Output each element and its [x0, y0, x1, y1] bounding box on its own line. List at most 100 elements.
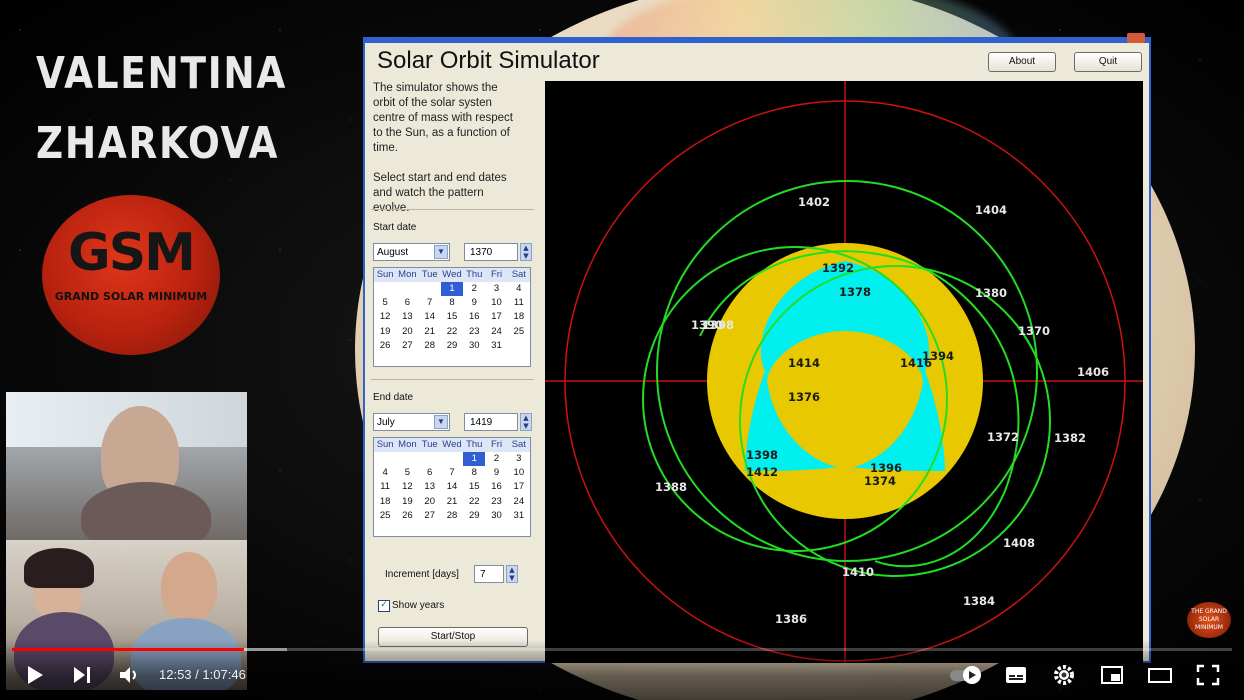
autoplay-toggle[interactable] — [948, 665, 984, 685]
end-month-select[interactable]: July ▼ — [373, 413, 450, 431]
calendar-day[interactable]: 10 — [485, 296, 507, 310]
calendar-day[interactable]: 14 — [419, 310, 441, 324]
calendar-day[interactable]: 12 — [396, 480, 418, 494]
window-close-button[interactable] — [1127, 33, 1145, 43]
year-label: 1410 — [842, 565, 875, 579]
start-month-select[interactable]: August ▼ — [373, 243, 450, 261]
calendar-weekday-header: Sun Mon Tue Wed Thu Fri Sat — [374, 438, 530, 452]
calendar-day[interactable]: 16 — [485, 480, 507, 494]
video-frame[interactable]: VALENTINA ZHARKOVA GSM GRAND SOLAR MINIM… — [0, 0, 1244, 700]
calendar-day[interactable]: 22 — [463, 495, 485, 509]
captions-button[interactable] — [1004, 664, 1028, 686]
calendar-day[interactable]: 8 — [463, 466, 485, 480]
calendar-day[interactable]: 6 — [396, 296, 418, 310]
calendar-day[interactable]: 1 — [463, 452, 486, 467]
calendar-day[interactable]: 3 — [485, 282, 507, 296]
calendar-day[interactable]: 17 — [485, 310, 507, 324]
weekday-label: Wed — [442, 439, 462, 450]
calendar-day[interactable]: 21 — [419, 325, 441, 339]
calendar-day[interactable]: 15 — [441, 310, 463, 324]
calendar-day[interactable]: 28 — [419, 339, 441, 353]
calendar-day[interactable]: 28 — [441, 509, 463, 523]
channel-watermark[interactable]: THE GRAND SOLAR MINIMUM — [1187, 602, 1231, 638]
calendar-day[interactable]: 19 — [396, 495, 418, 509]
calendar-day[interactable]: 30 — [485, 509, 507, 523]
calendar-day[interactable]: 7 — [419, 296, 441, 310]
calendar-day[interactable]: 11 — [508, 296, 530, 310]
theater-mode-button[interactable] — [1147, 664, 1173, 686]
end-calendar[interactable]: Sun Mon Tue Wed Thu Fri Sat 1 2 3 4 5 6 7 8 9 10 11 12 13 1… — [373, 437, 531, 537]
calendar-day[interactable]: 12 — [374, 310, 396, 324]
start-year-input[interactable]: 1370 — [464, 243, 518, 261]
calendar-day[interactable]: 3 — [508, 452, 530, 466]
fullscreen-button[interactable] — [1196, 664, 1220, 686]
gsm-logo-subtitle: GRAND SOLAR MINIMUM — [54, 290, 208, 303]
calendar-day[interactable]: 9 — [463, 296, 485, 310]
start-year-spinner[interactable]: ▲ ▼ — [520, 243, 532, 261]
calendar-day[interactable]: 5 — [396, 466, 418, 480]
calendar-day[interactable]: 1 — [440, 282, 464, 297]
calendar-day[interactable]: 26 — [374, 339, 396, 353]
end-year-input[interactable]: 1419 — [464, 413, 518, 431]
calendar-day[interactable]: 5 — [374, 296, 396, 310]
calendar-day[interactable]: 22 — [441, 325, 463, 339]
calendar-day[interactable]: 6 — [419, 466, 441, 480]
end-year-spinner[interactable]: ▲ ▼ — [520, 413, 532, 431]
calendar-day[interactable]: 14 — [441, 480, 463, 494]
calendar-day[interactable]: 18 — [374, 495, 396, 509]
calendar-day[interactable]: 4 — [508, 282, 530, 296]
calendar-day[interactable]: 17 — [508, 480, 530, 494]
calendar-day[interactable]: 29 — [463, 509, 485, 523]
settings-button[interactable] — [1052, 663, 1076, 687]
year-label: 1382 — [1054, 431, 1087, 445]
calendar-day[interactable]: 2 — [463, 282, 485, 296]
calendar-day[interactable]: 21 — [441, 495, 463, 509]
about-button[interactable]: About — [988, 52, 1056, 72]
next-button[interactable] — [71, 664, 93, 686]
calendar-day[interactable]: 23 — [463, 325, 485, 339]
calendar-day[interactable]: 25 — [508, 325, 530, 339]
calendar-day[interactable]: 31 — [485, 339, 507, 353]
increment-spinner[interactable]: ▲ ▼ — [506, 565, 518, 583]
calendar-day[interactable]: 10 — [508, 466, 530, 480]
calendar-day[interactable]: 19 — [374, 325, 396, 339]
calendar-days[interactable]: 1 2 3 4 5 6 7 8 9 10 11 12 13 14 15 16 17 18 19 20 21 22 23 24 2… — [374, 452, 530, 523]
window-titlebar — [365, 39, 1149, 43]
miniplayer-button[interactable] — [1100, 664, 1124, 686]
calendar-day[interactable]: 9 — [485, 466, 507, 480]
calendar-day[interactable]: 15 — [463, 480, 485, 494]
calendar-day[interactable]: 20 — [396, 325, 418, 339]
calendar-day[interactable]: 30 — [463, 339, 485, 353]
calendar-day[interactable]: 29 — [441, 339, 463, 353]
calendar-day[interactable]: 2 — [485, 452, 507, 466]
calendar-day[interactable]: 16 — [463, 310, 485, 324]
calendar-day[interactable]: 24 — [508, 495, 530, 509]
calendar-day[interactable]: 27 — [419, 509, 441, 523]
calendar-day[interactable]: 23 — [485, 495, 507, 509]
calendar-day[interactable]: 31 — [508, 509, 530, 523]
progress-bar[interactable] — [12, 648, 1232, 651]
calendar-day[interactable]: 7 — [441, 466, 463, 480]
calendar-day[interactable]: 27 — [396, 339, 418, 353]
calendar-day[interactable]: 13 — [396, 310, 418, 324]
calendar-day[interactable]: 18 — [508, 310, 530, 324]
increment-input[interactable]: 7 — [474, 565, 504, 583]
volume-button[interactable] — [117, 663, 141, 687]
calendar-day[interactable]: 26 — [396, 509, 418, 523]
time-separator: / — [195, 667, 199, 682]
calendar-days[interactable]: 1 2 3 4 5 6 7 8 9 10 11 12 13 14 15 16 17 18 19 20 21 22 23 24 2… — [374, 282, 530, 353]
calendar-day[interactable]: 13 — [419, 480, 441, 494]
weekday-label: Mon — [398, 439, 417, 450]
calendar-day[interactable]: 25 — [374, 509, 396, 523]
show-years-checkbox[interactable]: ✓ — [378, 600, 390, 612]
start-calendar[interactable]: Sun Mon Tue Wed Thu Fri Sat 1 2 3 4 5 6 7 8 9 10 11 12 13 1… — [373, 267, 531, 367]
calendar-day[interactable]: 8 — [441, 296, 463, 310]
year-label: 1414 — [788, 356, 821, 370]
calendar-day[interactable]: 20 — [419, 495, 441, 509]
play-button[interactable] — [24, 664, 46, 686]
calendar-day[interactable]: 24 — [485, 325, 507, 339]
calendar-day[interactable]: 4 — [374, 466, 396, 480]
presenter-name-line1: VALENTINA — [36, 48, 288, 99]
quit-button[interactable]: Quit — [1074, 52, 1142, 72]
calendar-day[interactable]: 11 — [374, 480, 396, 494]
